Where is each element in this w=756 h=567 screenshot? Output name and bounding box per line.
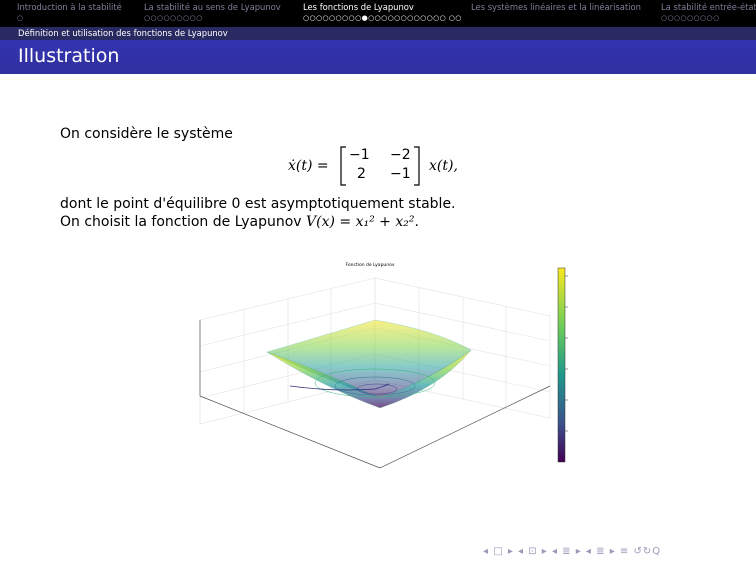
- section-link-systemes-lineaires[interactable]: Les systèmes linéaires et la linéarisati…: [471, 2, 641, 12]
- frame-title-bar: Illustration: [0, 40, 756, 74]
- colorbar: [557, 267, 568, 463]
- beamer-navigation-bar[interactable]: ◂ □ ▸ ◂ ⊡ ▸ ◂ ≣ ▸ ◂ ≣ ▸ ≡ ↺↻Q: [483, 546, 661, 557]
- section-link-introduction[interactable]: Introduction à la stabilité: [17, 2, 122, 12]
- subsection-bar: Définition et utilisation des fonctions …: [0, 27, 756, 40]
- lyapunov-surface-figure: Fonction de Lyapunov: [175, 258, 595, 478]
- section-dots-introduction[interactable]: ○: [17, 14, 24, 22]
- lyapunov-formula: V(x) = x₁² + x₂².: [306, 214, 419, 230]
- section-link-stabilite-lyapunov[interactable]: La stabilité au sens de Lyapunov: [144, 2, 281, 12]
- body-line-3: On choisit la fonction de Lyapunov V(x) …: [60, 214, 419, 230]
- lyapunov-surface-plot: Fonction de Lyapunov: [199, 262, 568, 469]
- matrix-a11: −1: [349, 147, 370, 163]
- section-link-fonctions-lyapunov[interactable]: Les fonctions de Lyapunov: [303, 2, 414, 12]
- system-matrix: −1 −2 2 −1: [340, 146, 420, 186]
- equation-lhs: ẋ(t) =: [288, 158, 329, 174]
- section-dots-fonctions-lyapunov[interactable]: ○○○○○○○○○●○○○○○○○○○○○○ ○○: [303, 14, 462, 22]
- frame-title: Illustration: [18, 45, 120, 67]
- section-dots-stabilite-lyapunov[interactable]: ○○○○○○○○○: [144, 14, 203, 22]
- body-line-3-text: On choisit la fonction de Lyapunov: [60, 214, 302, 230]
- equation-rhs: x(t),: [429, 158, 458, 174]
- matrix-a12: −2: [390, 147, 411, 163]
- matrix-a22: −1: [390, 166, 411, 182]
- body-line-1: On considère le système: [60, 126, 233, 142]
- headline-bar: Introduction à la stabilité ○ La stabili…: [0, 0, 756, 27]
- section-link-stabilite-entree-etat[interactable]: La stabilité entrée-état: [661, 2, 756, 12]
- body-line-2: dont le point d'équilibre 0 est asymptot…: [60, 196, 456, 212]
- section-dots-stabilite-entree-etat[interactable]: ○○○○○○○○○: [661, 14, 720, 22]
- matrix-a21: 2: [357, 166, 366, 182]
- figure-title: Fonction de Lyapunov: [345, 262, 394, 268]
- subsection-title: Définition et utilisation des fonctions …: [18, 28, 228, 38]
